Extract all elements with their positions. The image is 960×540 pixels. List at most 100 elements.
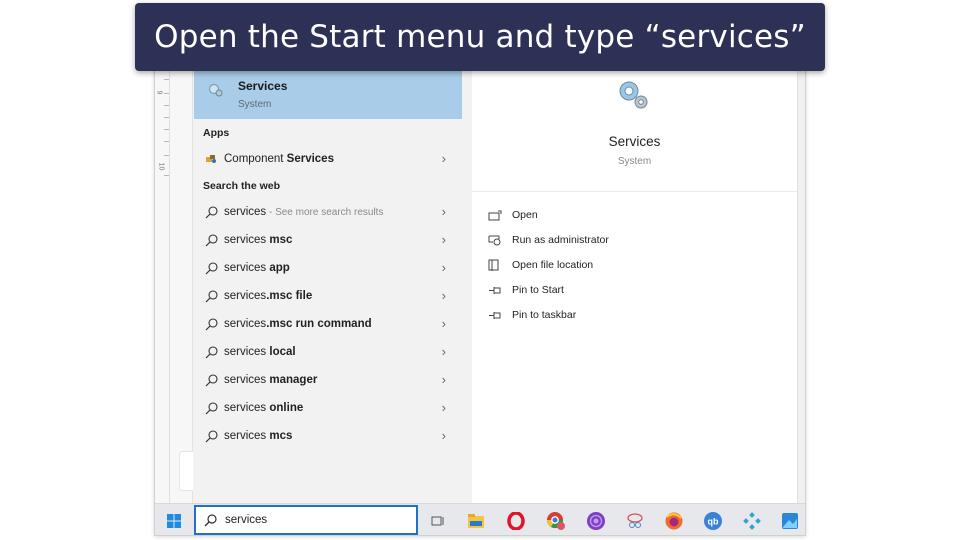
taskbar: qb	[155, 503, 805, 535]
ruler-line	[169, 59, 170, 503]
chevron-right-icon: ›	[441, 151, 446, 166]
detail-title: Services	[608, 134, 661, 149]
action-label: Open file location	[512, 259, 594, 271]
svg-text:qb: qb	[708, 517, 719, 527]
document-ruler: 9 10	[155, 59, 193, 503]
services-gear-icon	[619, 81, 648, 109]
caption-banner: Open the Start menu and type “services”	[135, 3, 825, 71]
chevron-right-icon: ›	[441, 400, 446, 415]
web-search-item[interactable]: services manager ›	[194, 367, 462, 393]
apps-heading: Apps	[203, 127, 230, 139]
running-indicator	[775, 535, 805, 536]
search-results-panel: Services System Apps Component Services …	[194, 59, 472, 503]
search-icon	[194, 317, 224, 331]
web-search-item[interactable]: services msc ›	[194, 227, 462, 253]
web-search-label: services online	[224, 402, 304, 414]
app-item-label: Component Services	[224, 153, 334, 165]
ruler-number: 9	[155, 90, 163, 95]
web-search-label: services.msc run command	[224, 318, 372, 330]
chevron-right-icon: ›	[441, 232, 446, 247]
kodi-icon[interactable]	[741, 510, 763, 532]
web-search-item[interactable]: services app ›	[194, 255, 462, 281]
qbittorrent-icon[interactable]: qb	[702, 510, 724, 532]
ruler-tick	[164, 129, 169, 130]
snipping-tool-icon[interactable]	[624, 510, 646, 532]
firefox-icon[interactable]	[663, 510, 685, 532]
web-search-item[interactable]: services.msc run command ›	[194, 311, 462, 337]
photos-icon[interactable]	[779, 510, 801, 532]
action-label: Open	[512, 209, 538, 221]
chevron-right-icon: ›	[441, 288, 446, 303]
ruler-tick	[164, 93, 169, 94]
running-indicator	[461, 535, 491, 536]
scrollbar[interactable]	[797, 59, 805, 503]
search-icon	[194, 345, 224, 359]
windows-start-icon[interactable]	[167, 514, 181, 528]
running-indicator	[541, 535, 571, 536]
best-match-title: Services	[238, 79, 288, 93]
screenshot-frame: 9 10 Services System Apps Component Serv…	[154, 58, 806, 536]
caption-text: Open the Start menu and type “services”	[154, 19, 806, 55]
pin-icon	[488, 286, 512, 295]
search-icon	[194, 233, 224, 247]
ruler-tick	[164, 117, 169, 118]
running-indicator	[501, 535, 531, 536]
chevron-right-icon: ›	[441, 204, 446, 219]
action-label: Run as administrator	[512, 234, 609, 246]
action-open-file-location[interactable]: Open file location	[488, 255, 593, 275]
ruler-tick	[164, 175, 169, 176]
ruler-tick	[164, 155, 169, 156]
detail-pane: Services System Open Run as administrato…	[472, 59, 797, 503]
taskbar-search-box[interactable]	[194, 505, 418, 535]
services-gear-icon	[208, 83, 223, 97]
action-run-as-administrator[interactable]: Run as administrator	[488, 230, 609, 250]
ruler-number: 10	[157, 162, 165, 171]
search-icon	[194, 289, 224, 303]
search-icon	[194, 373, 224, 387]
web-search-item[interactable]: services - See more search results ›	[194, 199, 462, 225]
chevron-right-icon: ›	[441, 344, 446, 359]
web-heading: Search the web	[203, 180, 281, 192]
opera-icon[interactable]	[505, 510, 527, 532]
action-open[interactable]: Open	[488, 205, 538, 225]
web-search-item[interactable]: services online ›	[194, 395, 462, 421]
web-search-label: services mcs	[224, 430, 293, 442]
search-icon	[204, 513, 217, 527]
web-search-item[interactable]: services mcs ›	[194, 423, 462, 449]
web-search-item[interactable]: services local ›	[194, 339, 462, 365]
document-page-edge	[179, 451, 193, 491]
web-search-label: services app	[224, 262, 290, 274]
chevron-right-icon: ›	[441, 428, 446, 443]
action-pin-to-start[interactable]: Pin to Start	[488, 280, 564, 300]
search-icon	[194, 205, 224, 219]
web-search-label: services.msc file	[224, 290, 313, 302]
chevron-right-icon: ›	[441, 260, 446, 275]
web-search-label: services manager	[224, 374, 318, 386]
web-search-label: services local	[224, 346, 296, 358]
action-pin-to-taskbar[interactable]: Pin to taskbar	[488, 305, 576, 325]
chevron-right-icon: ›	[441, 372, 446, 387]
best-match-subtitle: System	[238, 99, 272, 110]
tor-browser-icon[interactable]	[585, 510, 607, 532]
search-icon	[194, 401, 224, 415]
web-search-label: services msc	[224, 234, 293, 246]
search-icon	[194, 261, 224, 275]
file-location-icon	[488, 259, 512, 272]
app-item-component-services[interactable]: Component Services ›	[194, 146, 462, 172]
search-icon	[194, 429, 224, 443]
ruler-tick	[164, 79, 169, 80]
web-search-label: services - See more search results	[224, 206, 384, 218]
pin-icon	[488, 311, 512, 320]
web-search-item[interactable]: services.msc file ›	[194, 283, 462, 309]
detail-divider	[472, 191, 797, 192]
search-input[interactable]	[225, 514, 395, 526]
task-view-icon[interactable]	[427, 510, 449, 532]
detail-subtitle: System	[617, 156, 652, 167]
file-explorer-icon[interactable]	[465, 510, 487, 532]
chrome-icon[interactable]	[545, 510, 567, 532]
chevron-right-icon: ›	[441, 316, 446, 331]
action-label: Pin to taskbar	[512, 309, 577, 321]
action-label: Pin to Start	[512, 284, 564, 296]
ruler-tick	[164, 141, 169, 142]
open-icon	[488, 210, 512, 221]
